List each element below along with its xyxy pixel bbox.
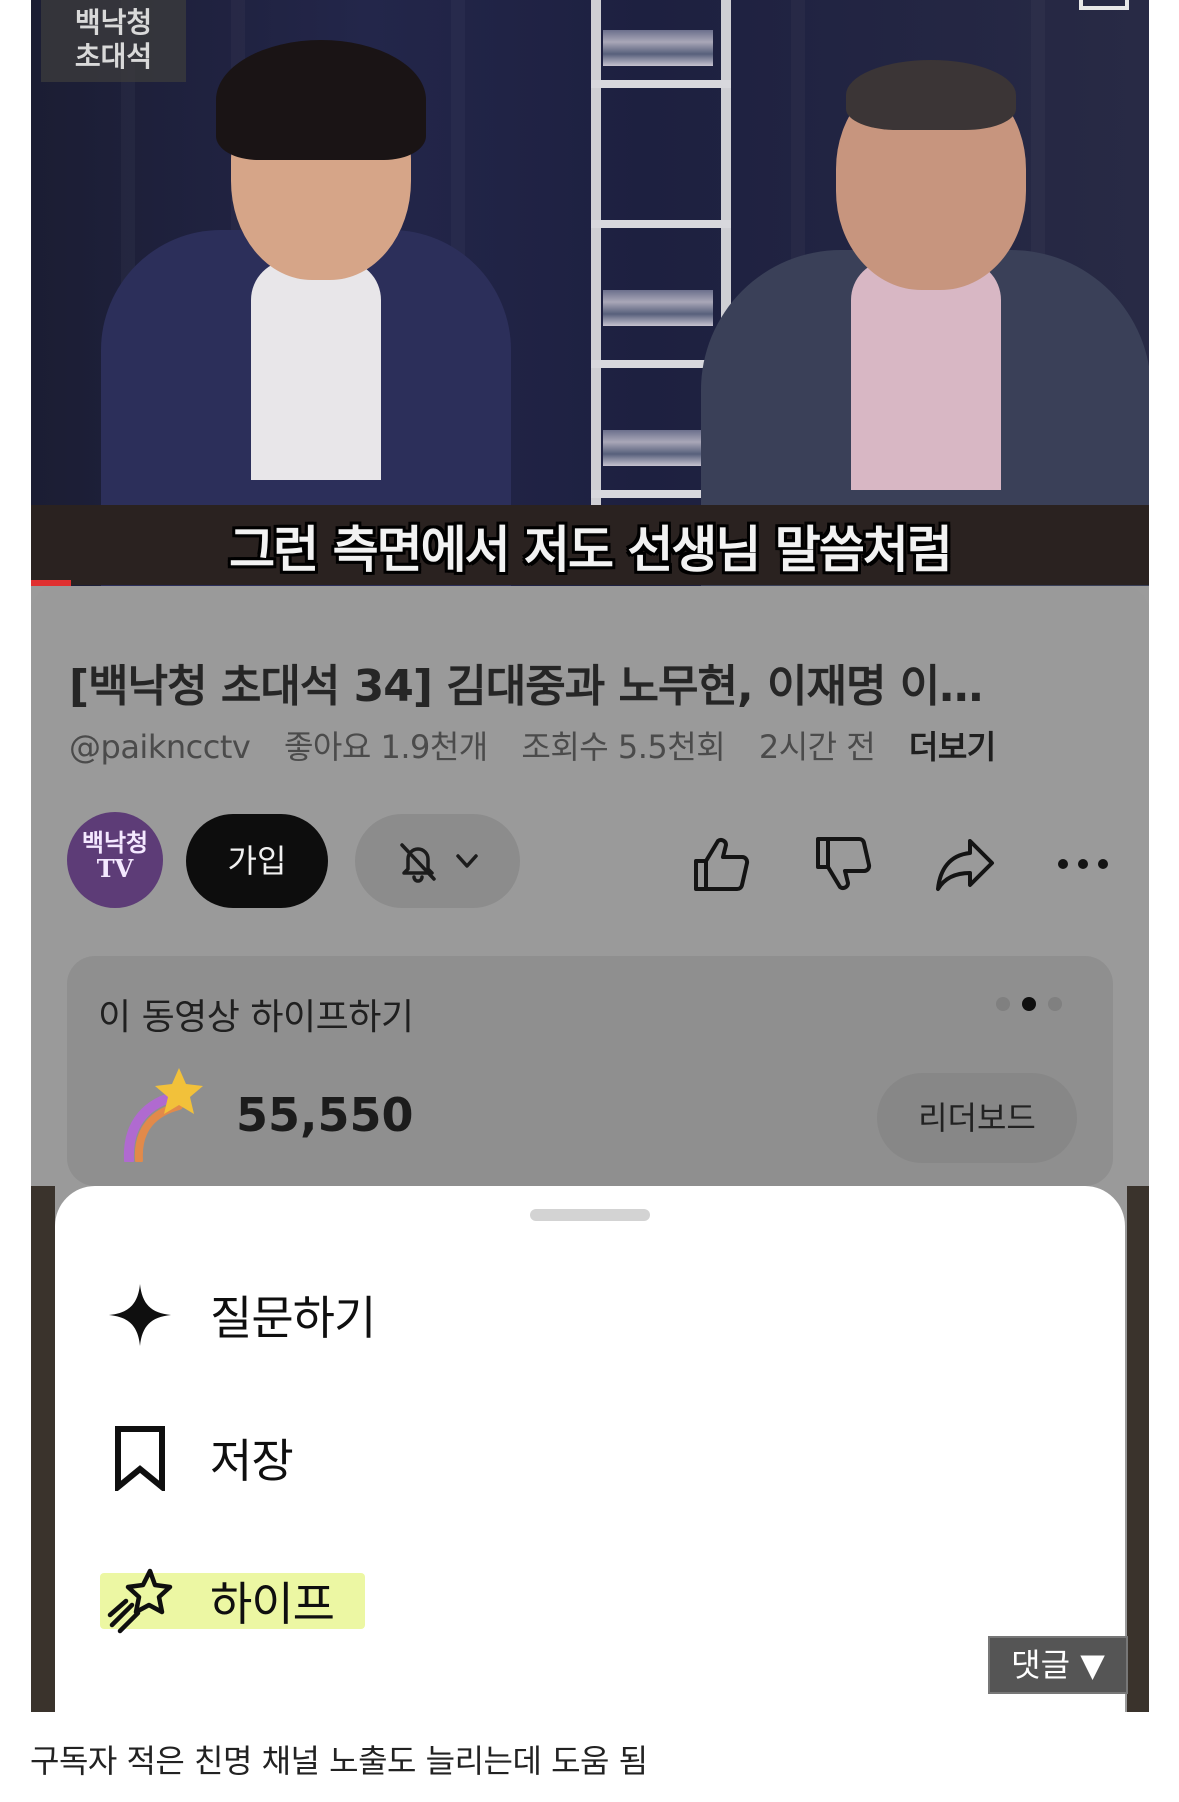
video-meta: @paikncctv 좋아요 1.9천개 조회수 5.5천회 2시간 전 더보기	[69, 722, 1020, 768]
thumbs-up-icon	[694, 838, 750, 891]
menu-item-save[interactable]: 저장	[100, 1413, 294, 1503]
bell-off-icon	[399, 843, 436, 883]
sparkle-icon	[109, 1284, 171, 1346]
share-button[interactable]	[925, 824, 1005, 904]
carousel-dot-active	[1022, 997, 1036, 1011]
post-caption: 구독자 적은 친명 채널 노출도 늘리는데 도움 됨	[30, 1742, 648, 1780]
like-count: 좋아요 1.9천개	[283, 728, 488, 766]
carousel-dot	[996, 997, 1010, 1011]
upload-time: 2시간 전	[758, 728, 876, 766]
channel-avatar[interactable]: 백낙청 TV	[67, 812, 163, 908]
carousel-dots	[996, 997, 1062, 1011]
video-title[interactable]: [백낙청 초대석 34] 김대중과 노무현, 이재명 이…	[69, 650, 1119, 714]
more-actions-button[interactable]	[1043, 824, 1123, 904]
channel-watermark: 백낙청 초대석	[41, 0, 186, 82]
notification-button[interactable]	[355, 814, 520, 908]
join-button[interactable]: 가입	[186, 814, 328, 908]
more-horizontal-icon	[1058, 859, 1108, 869]
hype-shooting-star-icon	[123, 1068, 203, 1162]
more-button[interactable]: 더보기	[909, 728, 996, 766]
view-count: 조회수 5.5천회	[521, 728, 726, 766]
video-subtitle: 그런 측면에서 저도 선생님 말씀처럼	[229, 521, 953, 579]
hype-card-title: 이 동영상 하이프하기	[98, 997, 414, 1038]
chevron-down-icon	[455, 854, 478, 868]
menu-item-label: 저장	[210, 1434, 294, 1488]
carousel-dot	[1048, 997, 1062, 1011]
comment-toggle-button[interactable]: 댓글 ▼	[988, 1636, 1128, 1694]
video-player[interactable]: 백낙청 초대석 그런 측면에서 저도 선생님 말씀처럼	[31, 0, 1149, 586]
share-icon	[936, 839, 994, 891]
menu-item-hype[interactable]: 하이프	[100, 1556, 335, 1646]
bookmark-icon	[115, 1426, 165, 1491]
hype-count: 55,550	[236, 1088, 414, 1142]
menu-item-label: 질문하기	[210, 1291, 376, 1345]
sheet-drag-handle[interactable]	[530, 1209, 650, 1221]
leaderboard-button[interactable]: 리더보드	[877, 1073, 1077, 1163]
channel-handle[interactable]: @paikncctv	[69, 728, 251, 766]
thumbs-down-icon	[816, 837, 872, 890]
dislike-button[interactable]	[803, 824, 883, 904]
fullscreen-indicator	[1079, 0, 1129, 10]
like-button[interactable]	[681, 824, 761, 904]
menu-item-label: 하이프	[210, 1577, 335, 1631]
hype-star-icon	[107, 1568, 173, 1634]
menu-item-ask[interactable]: 질문하기	[100, 1270, 376, 1360]
